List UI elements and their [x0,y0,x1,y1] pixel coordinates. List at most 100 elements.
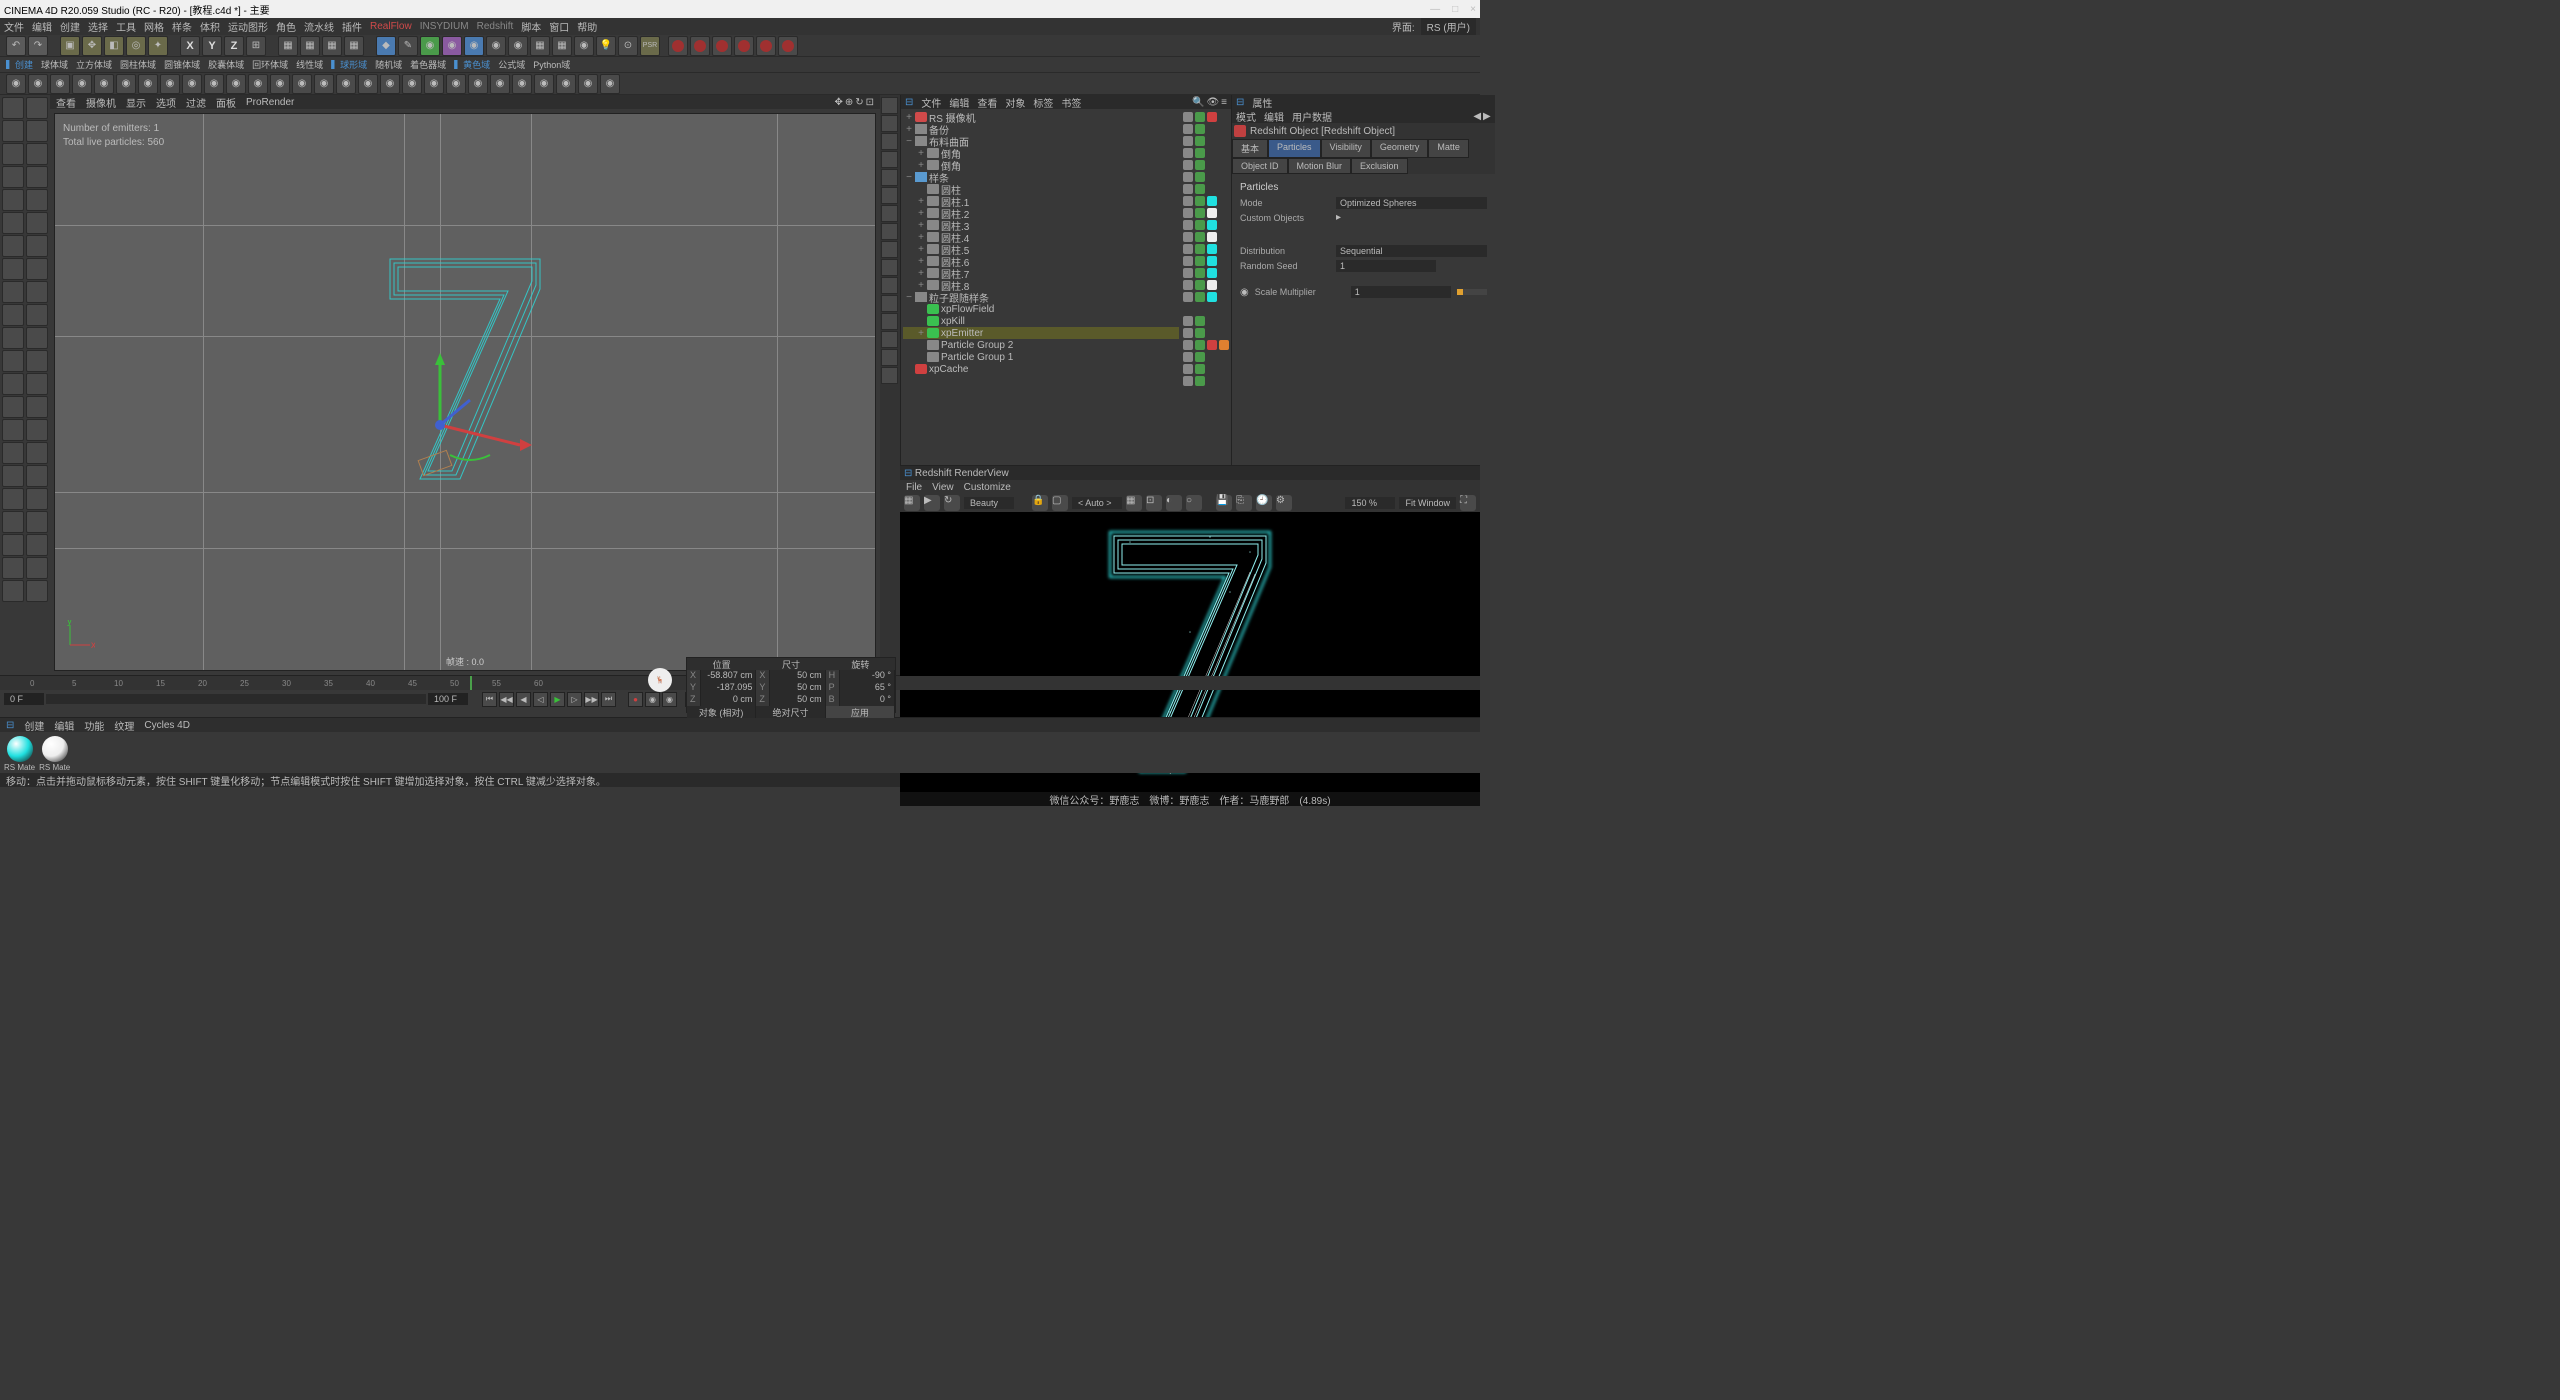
sec-tool-23[interactable]: ◉ [512,74,532,94]
sec-tool-25[interactable]: ◉ [556,74,576,94]
rs-dot-2[interactable] [690,36,710,56]
live-select-button[interactable]: ▣ [60,36,80,56]
sec-tool-10[interactable]: ◉ [226,74,246,94]
mat-create[interactable]: 创建 [24,718,44,733]
menu-select[interactable]: 选择 [88,19,108,34]
render-button[interactable]: ▦ [278,36,298,56]
mid-tool-2[interactable] [881,133,898,150]
mat-function[interactable]: 功能 [84,718,104,733]
mid-tool-0[interactable] [881,97,898,114]
sec-tool-12[interactable]: ◉ [270,74,290,94]
timeline-range-slider[interactable] [46,694,426,704]
om-eye-icon[interactable]: 👁 [1206,97,1219,108]
om-objects[interactable]: 对象 [1005,95,1025,110]
rs-dot-4[interactable] [734,36,754,56]
left-tool-16[interactable] [2,281,24,303]
mid-tool-7[interactable] [881,223,898,240]
sec-tool-21[interactable]: ◉ [468,74,488,94]
menu-script[interactable]: 脚本 [521,19,541,34]
deformer-button[interactable]: ◉ [442,36,462,56]
tab-particles[interactable]: Particles [1268,139,1321,158]
object-tags[interactable] [1181,109,1231,465]
undo-button[interactable]: ↶ [6,36,26,56]
mid-tool-5[interactable] [881,187,898,204]
left-tool-34[interactable] [2,488,24,510]
left-tool-37[interactable] [26,511,48,533]
rv-zoom-field[interactable]: 150 % [1345,497,1395,509]
menu-window[interactable]: 窗口 [549,19,569,34]
snap-button[interactable]: ⊙ [618,36,638,56]
field-button[interactable]: ▦ [552,36,572,56]
mid-tool-11[interactable] [881,295,898,312]
ft-2[interactable]: 立方体域 [76,58,112,71]
primitive-cube-button[interactable]: ◆ [376,36,396,56]
rv-expand-icon[interactable]: ⛶ [1460,495,1476,511]
ft-create[interactable]: ▍创建 [6,58,33,71]
rv-customize[interactable]: Customize [964,482,1011,493]
ft-13[interactable]: Python域 [533,58,570,71]
ft-12[interactable]: 公式域 [498,58,525,71]
x-axis-button[interactable]: X [180,36,200,56]
record-button[interactable]: ● [628,692,643,707]
menu-mesh[interactable]: 网格 [144,19,164,34]
left-tool-29[interactable] [26,419,48,441]
material-list[interactable]: RS MateRS Mate [0,732,1480,776]
left-tool-7[interactable] [26,166,48,188]
menu-pipeline[interactable]: 流水线 [304,19,334,34]
mid-tool-10[interactable] [881,277,898,294]
left-tool-10[interactable] [2,212,24,234]
ft-3[interactable]: 圆柱体域 [120,58,156,71]
sec-tool-16[interactable]: ◉ [358,74,378,94]
left-tool-27[interactable] [26,396,48,418]
ft-5[interactable]: 胶囊体域 [208,58,244,71]
tag-row-3[interactable] [1183,147,1229,159]
tag-row-1[interactable] [1183,123,1229,135]
rs-dot-5[interactable] [756,36,776,56]
render-settings-button[interactable]: ▦ [322,36,342,56]
tag-row-7[interactable] [1183,195,1229,207]
next-key-button[interactable]: ▶▶ [584,692,599,707]
left-tool-18[interactable] [2,304,24,326]
tab-motionblur[interactable]: Motion Blur [1288,158,1352,174]
left-tool-38[interactable] [2,534,24,556]
tree-row-18[interactable]: +xpEmitter [903,327,1179,339]
tag-row-8[interactable] [1183,207,1229,219]
rotate-button[interactable]: ◎ [126,36,146,56]
menu-redshift[interactable]: Redshift [477,21,514,32]
sec-tool-14[interactable]: ◉ [314,74,334,94]
next-frame-button[interactable]: ▷ [567,692,582,707]
tab-geometry[interactable]: Geometry [1371,139,1429,158]
ft-4[interactable]: 圆锥体域 [164,58,200,71]
rs-dot-3[interactable] [712,36,732,56]
tab-basic[interactable]: 基本 [1232,139,1268,158]
goto-start-button[interactable]: ⏮ [482,692,497,707]
autokey-button[interactable]: ◉ [645,692,660,707]
tag-row-15[interactable] [1183,291,1229,303]
tag-row-0[interactable] [1183,111,1229,123]
left-tool-25[interactable] [26,373,48,395]
mid-tool-9[interactable] [881,259,898,276]
left-tool-13[interactable] [26,235,48,257]
left-tool-1[interactable] [26,97,48,119]
sec-tool-0[interactable]: ◉ [6,74,26,94]
rv-refresh-button[interactable]: ↻ [944,495,960,511]
attr-edit[interactable]: 编辑 [1264,109,1284,124]
vp-rotate-icon[interactable]: ↻ [855,97,863,108]
left-tool-39[interactable] [26,534,48,556]
menu-edit[interactable]: 编辑 [32,19,52,34]
minimize-button[interactable]: — [1430,4,1440,15]
z-axis-button[interactable]: Z [224,36,244,56]
left-tool-32[interactable] [2,465,24,487]
sec-tool-4[interactable]: ◉ [94,74,114,94]
menu-plugins[interactable]: 插件 [342,19,362,34]
camera-button[interactable]: ◉ [486,36,506,56]
sec-tool-17[interactable]: ◉ [380,74,400,94]
attr-fwd-icon[interactable]: ▶ [1483,111,1491,122]
left-tool-22[interactable] [2,350,24,372]
mat-texture[interactable]: 纹理 [114,718,134,733]
om-view[interactable]: 查看 [977,95,997,110]
left-tool-28[interactable] [2,419,24,441]
om-menu-icon[interactable]: ≡ [1221,97,1227,108]
menu-help[interactable]: 帮助 [577,19,597,34]
mid-tool-8[interactable] [881,241,898,258]
